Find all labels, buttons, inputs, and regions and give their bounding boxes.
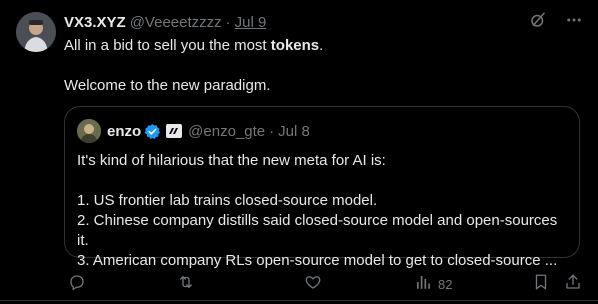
reply-button[interactable] [68,274,86,294]
separator-dot: · [225,13,231,31]
author-name[interactable]: VX3.XYZ [64,14,126,31]
quote-intro: It's kind of hilarious that the new meta… [77,152,386,169]
reply-icon [68,273,86,296]
verified-badge-icon [144,123,161,140]
quote-separator-dot: · [269,122,275,140]
quote-item-3: 3. American company RLs open-source mode… [77,252,558,269]
quoted-tweet[interactable]: enzo @enzo_gte · Jul 8 It's kind of hila… [64,106,580,269]
author-avatar[interactable] [16,12,56,52]
quote-item-1: 1. US frontier lab trains closed-source … [77,192,378,209]
tweet[interactable]: VX3.XYZ @Veeeetzzzz · Jul 9 All in a bid… [0,0,598,304]
like-button[interactable] [304,274,322,294]
tweet-header: VX3.XYZ @Veeeetzzzz · Jul 9 [64,12,266,32]
tweet-text-line-2: Welcome to the new paradigm. [64,77,271,94]
quote-date[interactable]: Jul 8 [278,123,310,140]
share-icon [564,273,582,296]
affiliate-badge-icon [166,124,183,138]
tweet-text-suffix: . [319,37,324,54]
share-button[interactable] [564,274,582,294]
views-count: 82 [438,276,453,292]
quote-header: enzo @enzo_gte · Jul 8 [77,119,310,143]
quote-item-2: 2. Chinese company distills said closed-… [77,212,558,249]
tweet-text-bold: tokens [270,37,320,54]
author-handle[interactable]: @Veeeetzzzz [130,14,222,31]
tweet-text-line-1: All in a bid to sell you the most tokens… [64,36,584,56]
quote-author-name[interactable]: enzo [107,123,141,140]
tweet-actions: 82 [64,274,588,294]
tweet-date[interactable]: Jul 9 [235,14,267,31]
top-actions [528,10,584,30]
more-icon[interactable] [564,10,584,30]
quote-author-avatar[interactable] [77,119,101,143]
divider [0,300,598,301]
grok-icon[interactable] [528,10,548,30]
bookmark-icon [532,273,550,296]
retweet-button[interactable] [176,274,196,294]
quote-author-handle[interactable]: @enzo_gte [188,123,265,140]
retweet-icon [176,273,196,296]
views-button[interactable]: 82 [414,274,452,294]
like-icon [304,273,322,296]
quote-text: It's kind of hilarious that the new meta… [77,151,573,271]
views-icon [414,273,432,296]
tweet-text: All in a bid to sell you the most tokens… [64,36,584,96]
tweet-text-prefix: All in a bid to sell you the most [64,37,271,54]
bookmark-button[interactable] [532,274,550,294]
